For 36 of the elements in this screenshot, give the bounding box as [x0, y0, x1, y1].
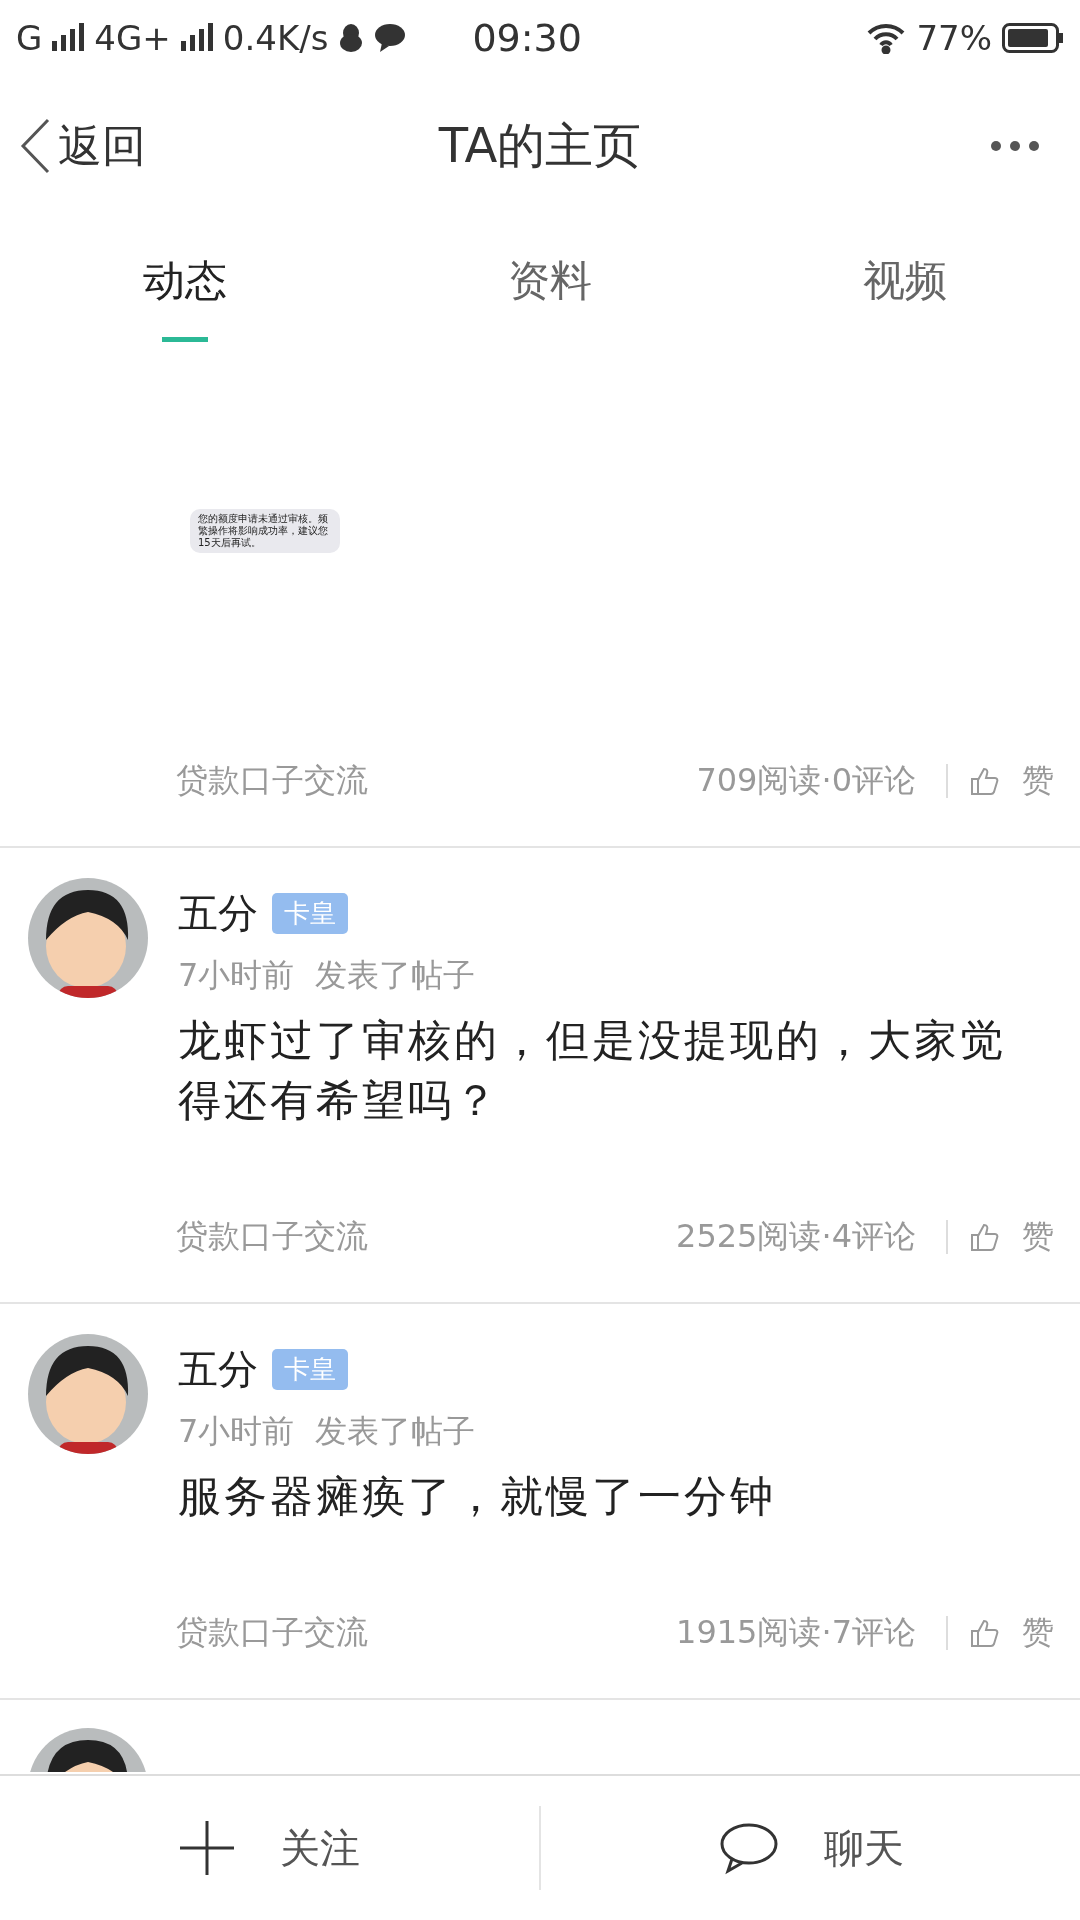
- post-content[interactable]: 龙虾过了审核的，但是没提现的，大家觉得还有希望吗？: [178, 1010, 1080, 1130]
- read-comment-stats: 2525阅读·4评论: [676, 1216, 916, 1257]
- thumbs-up-icon: [970, 1222, 1000, 1252]
- post-content[interactable]: 服务器瘫痪了，就慢了一分钟: [178, 1466, 1080, 1526]
- clock: 09:30: [472, 16, 582, 60]
- tab[interactable]: 视频: [730, 216, 1080, 346]
- tab[interactable]: 资料: [370, 216, 730, 346]
- follow-button[interactable]: 关注: [0, 1776, 539, 1920]
- penguin-icon: [338, 23, 365, 53]
- read-comment-stats: 1915阅读·7评论: [676, 1612, 916, 1653]
- battery-percent: 77%: [916, 18, 992, 58]
- user-badge: 卡皇: [272, 1348, 348, 1390]
- thumbs-up-icon: [970, 1618, 1000, 1648]
- chat-bubble-icon: [374, 23, 407, 53]
- signal-icon: [52, 23, 85, 53]
- back-button[interactable]: 返回: [20, 116, 146, 176]
- plus-icon: [179, 1821, 234, 1875]
- post-time: 7小时前 发表了帖子: [178, 1411, 476, 1452]
- network-label: 4G+: [94, 18, 171, 58]
- page-title: TA的主页: [438, 116, 642, 175]
- author-name[interactable]: 五分: [178, 885, 258, 941]
- author-name[interactable]: 五分: [178, 1341, 258, 1397]
- wifi-icon: [866, 22, 907, 54]
- carrier-label: G: [16, 18, 43, 58]
- read-comment-stats: 709阅读·0评论: [696, 760, 916, 801]
- message-screenshot: 您的额度申请未通过审核。频繁操作将影响成功率，建议您15天后再试。: [190, 509, 340, 553]
- post-time: 7小时前 发表了帖子: [178, 955, 476, 996]
- battery-icon: [1002, 23, 1064, 53]
- more-icon[interactable]: [990, 140, 1040, 152]
- chat-button[interactable]: 聊天: [541, 1776, 1080, 1920]
- user-badge: 卡皇: [272, 892, 348, 934]
- thumbs-up-icon: [970, 766, 1000, 796]
- signal-icon: [180, 23, 213, 53]
- network-speed: 0.4K/s: [222, 18, 329, 58]
- tab[interactable]: 动态: [0, 216, 370, 346]
- chevron-left-icon: [20, 118, 50, 174]
